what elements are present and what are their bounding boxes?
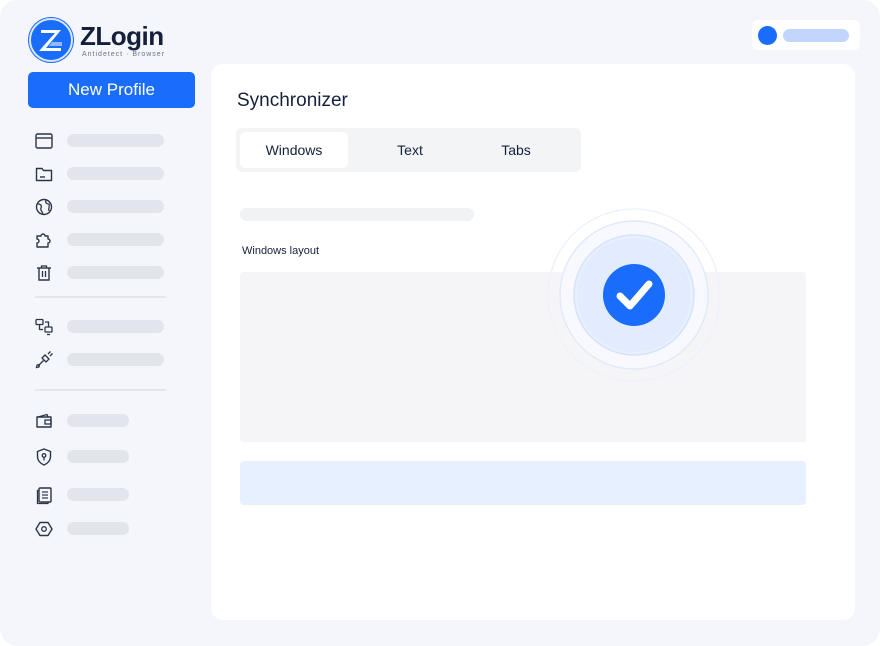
sidebar-item-groups[interactable] [34,164,174,184]
tab-text[interactable]: Text [356,132,464,168]
settings-hexagon-icon [35,521,53,537]
plug-connection-icon [35,351,53,369]
security-shield-icon [36,448,52,466]
sidebar-label-placeholder [67,266,164,279]
sidebar-label-placeholder [67,414,129,427]
page-title: Synchronizer [237,90,348,111]
tab-tabs[interactable]: Tabs [462,132,570,168]
content-placeholder [240,208,474,221]
app-subtitle: Antidetect · Browser [82,50,166,58]
new-profile-button[interactable]: New Profile [28,72,195,108]
avatar[interactable] [758,26,777,45]
sidebar-label-placeholder [67,353,164,366]
sidebar-label-placeholder [67,488,129,501]
sidebar-item-api[interactable] [34,350,174,370]
sidebar-item-extensions[interactable] [34,230,174,250]
windows-layout-area[interactable] [240,272,806,442]
sidebar-label-placeholder [67,167,164,180]
sidebar-item-synchronizer[interactable] [34,317,174,337]
user-menu[interactable] [752,20,860,50]
globe-icon [35,198,53,216]
sidebar-item-billing[interactable] [34,411,174,431]
tab-windows[interactable]: Windows [240,132,348,168]
sidebar-item-profiles[interactable] [34,131,174,151]
sidebar-item-docs[interactable] [34,485,174,505]
sidebar-item-proxies[interactable] [34,197,174,217]
sidebar-label-placeholder [67,200,164,213]
windows-layout-label: Windows layout [242,245,320,257]
sidebar-item-security[interactable] [34,447,174,467]
app-frame: ZLogin Antidetect · Browser New Profile [0,0,880,646]
documents-icon [36,487,52,505]
sidebar-item-settings[interactable] [34,519,174,539]
zlogin-logo-icon [28,17,74,63]
main-panel: Synchronizer Windows Text Tabs Windows l… [211,64,855,620]
folder-icon [35,167,53,182]
sidebar-item-trash[interactable] [34,263,174,283]
sidebar-label-placeholder [67,320,164,333]
success-check-icon [547,208,721,382]
puzzle-extension-icon [36,233,51,248]
tab-bar: Windows Text Tabs [236,128,581,172]
app-name: ZLogin [80,20,164,51]
sidebar-label-placeholder [67,450,129,463]
sidebar-label-placeholder [67,134,164,147]
sidebar-label-placeholder [67,522,129,535]
action-bar[interactable] [240,461,806,505]
wallet-icon [36,413,52,428]
sync-devices-icon [35,318,53,336]
sidebar-label-placeholder [67,233,164,246]
trash-icon [37,265,51,281]
browser-window-icon [35,133,53,149]
logo: ZLogin Antidetect · Browser [28,16,165,64]
sidebar-divider [35,389,166,391]
sidebar-divider [35,296,166,298]
user-name-placeholder [783,29,849,42]
